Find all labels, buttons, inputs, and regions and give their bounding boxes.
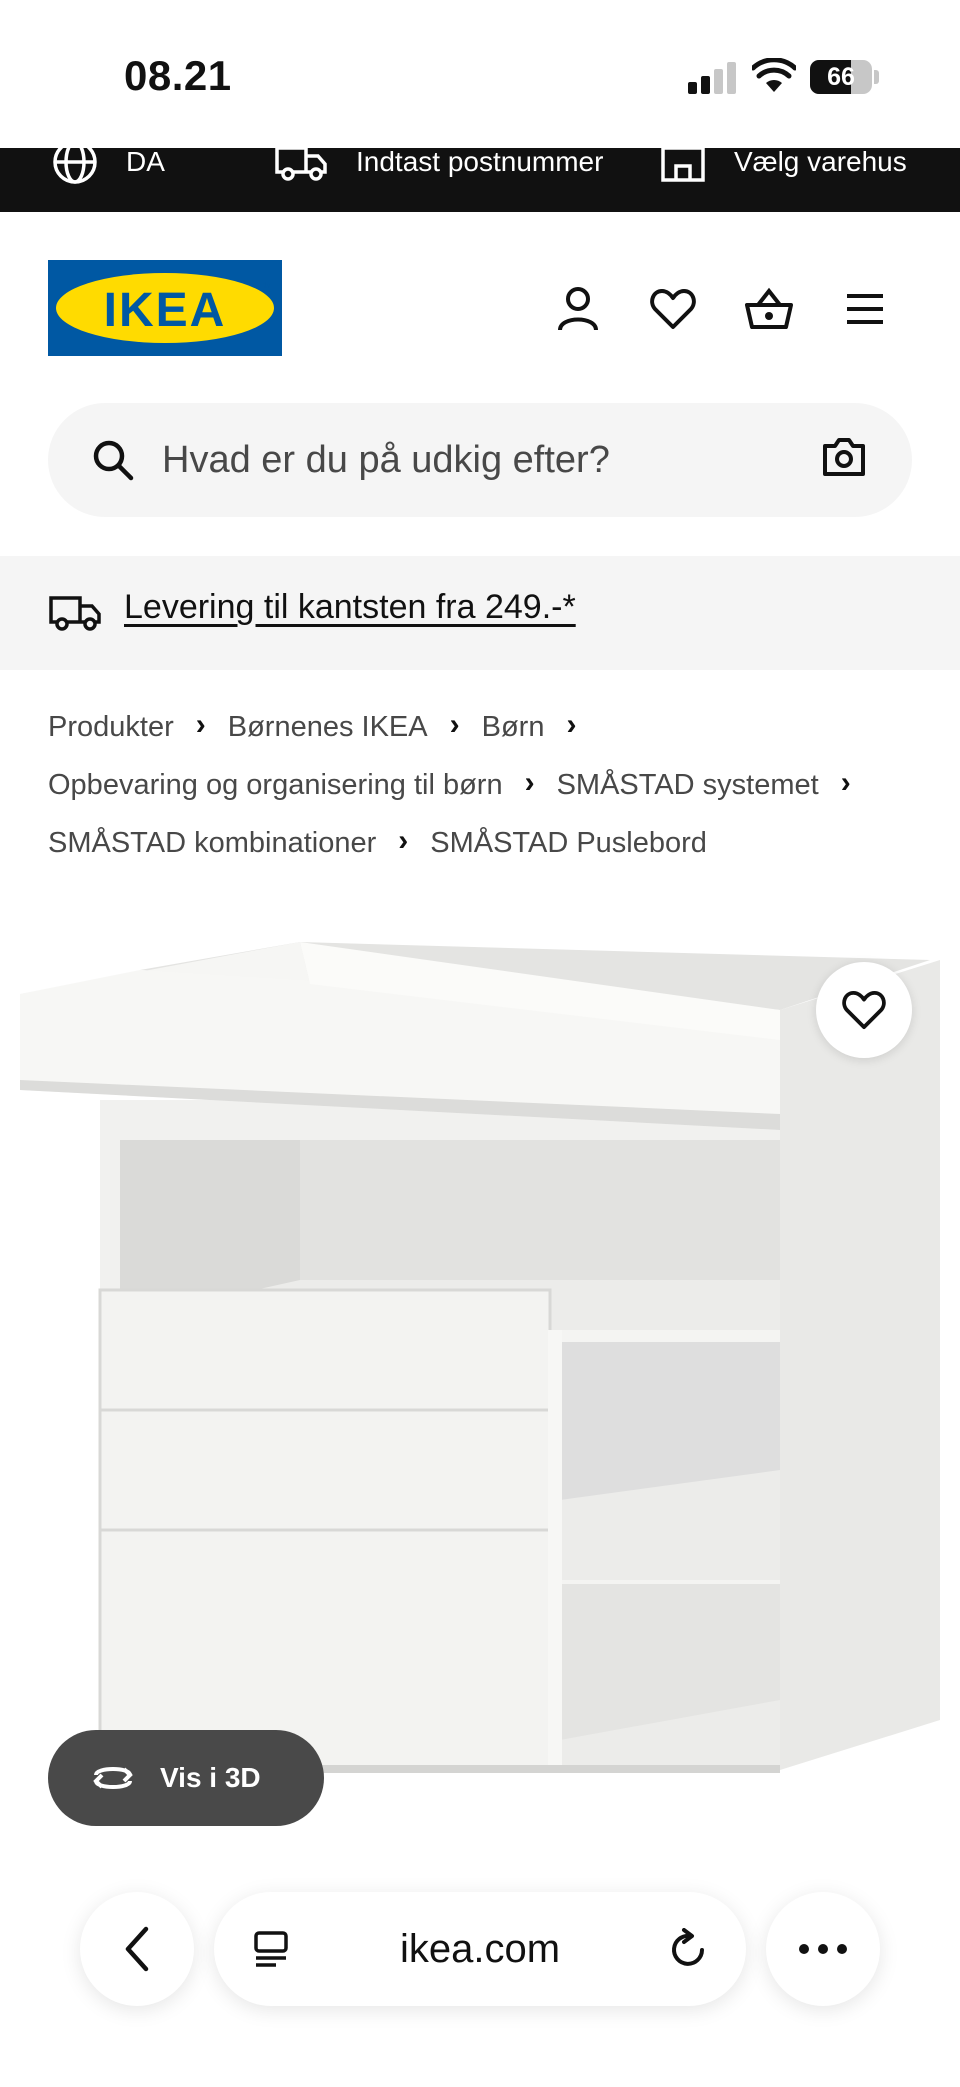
- cart-button[interactable]: [744, 284, 794, 334]
- cellular-signal-icon: [688, 62, 736, 94]
- chevron-left-icon: [125, 1926, 149, 1972]
- language-label: DA: [126, 148, 165, 177]
- breadcrumb-item[interactable]: Børn: [482, 711, 545, 744]
- user-icon: [558, 287, 598, 331]
- basket-icon: [745, 287, 793, 329]
- store-label: Vælg varehus: [734, 148, 907, 177]
- search-input[interactable]: [162, 431, 802, 489]
- delivery-truck-icon: [49, 596, 101, 631]
- search-bar[interactable]: [48, 403, 912, 517]
- registered-mark: ®: [263, 280, 270, 290]
- postcode-link[interactable]: Indtast postnummer: [274, 148, 603, 190]
- chevron-right-icon: ›: [524, 766, 535, 799]
- view-in-3d-label: Vis i 3D: [160, 1762, 261, 1793]
- top-utility-bar: DA Indtast postnummer Vælg varehus: [0, 148, 960, 212]
- breadcrumb-item[interactable]: Produkter: [48, 711, 174, 744]
- chevron-right-icon: ›: [566, 708, 577, 741]
- menu-button[interactable]: [840, 284, 890, 334]
- back-button[interactable]: [80, 1892, 194, 2006]
- heart-icon: [842, 990, 886, 1030]
- chevron-right-icon: ›: [840, 766, 851, 799]
- delivery-link[interactable]: Levering til kantsten fra 249.-*: [124, 588, 576, 627]
- store-icon: [661, 148, 705, 182]
- logo-wordmark: IKEA: [103, 284, 227, 337]
- truck-icon: [275, 148, 327, 181]
- breadcrumb-item[interactable]: SMÅSTAD kombinationer: [48, 827, 376, 860]
- heart-icon: [650, 289, 696, 329]
- status-time: 08.21: [124, 52, 232, 99]
- chevron-right-icon: ›: [195, 708, 206, 741]
- favourites-button[interactable]: [648, 284, 698, 334]
- browser-toolbar: ikea.com: [0, 1880, 960, 2087]
- reload-icon[interactable]: [668, 1928, 708, 1970]
- view-in-3d-button[interactable]: Vis i 3D: [48, 1730, 324, 1826]
- ellipsis-icon: [799, 1944, 847, 1954]
- breadcrumb-item[interactable]: SMÅSTAD systemet: [557, 769, 819, 802]
- battery-tip: [874, 70, 879, 84]
- breadcrumb-line: SMÅSTAD kombinationer › SMÅSTAD Puslebor…: [48, 814, 918, 872]
- postcode-label: Indtast postnummer: [356, 148, 604, 177]
- delivery-banner: Levering til kantsten fra 249.-*: [0, 556, 960, 670]
- breadcrumb-line: Opbevaring og organisering til børn › SM…: [48, 756, 918, 814]
- more-options-button[interactable]: [766, 1892, 880, 2006]
- status-bar: 08.21 66: [0, 0, 960, 148]
- chevron-right-icon: ›: [449, 708, 460, 741]
- breadcrumb-item[interactable]: Opbevaring og organisering til børn: [48, 769, 503, 802]
- wifi-icon: [752, 58, 796, 92]
- rotate-3d-icon: [93, 1767, 133, 1789]
- battery-icon: 66: [810, 60, 872, 94]
- search-icon[interactable]: [92, 439, 134, 481]
- globe-icon: [53, 148, 97, 184]
- chevron-right-icon: ›: [398, 824, 409, 857]
- hamburger-menu-icon: [847, 294, 883, 324]
- battery-percent: 66: [827, 63, 855, 91]
- camera-icon[interactable]: [822, 437, 866, 477]
- add-to-favourites-button[interactable]: [816, 962, 912, 1058]
- breadcrumb-line: Produkter › Børnenes IKEA › Børn ›: [48, 698, 918, 756]
- breadcrumb-item[interactable]: Børnenes IKEA: [228, 711, 428, 744]
- url-text: ikea.com: [399, 1926, 561, 1971]
- ikea-logo[interactable]: IKEA ®: [48, 260, 282, 356]
- account-button[interactable]: [553, 284, 603, 334]
- breadcrumb: Produkter › Børnenes IKEA › Børn › Opbev…: [48, 698, 918, 872]
- language-selector[interactable]: DA: [52, 148, 165, 190]
- address-bar[interactable]: ikea.com: [214, 1892, 746, 2006]
- site-header: IKEA ®: [0, 212, 960, 392]
- breadcrumb-current: SMÅSTAD Puslebord: [430, 826, 707, 859]
- store-selector[interactable]: Vælg varehus: [660, 148, 907, 190]
